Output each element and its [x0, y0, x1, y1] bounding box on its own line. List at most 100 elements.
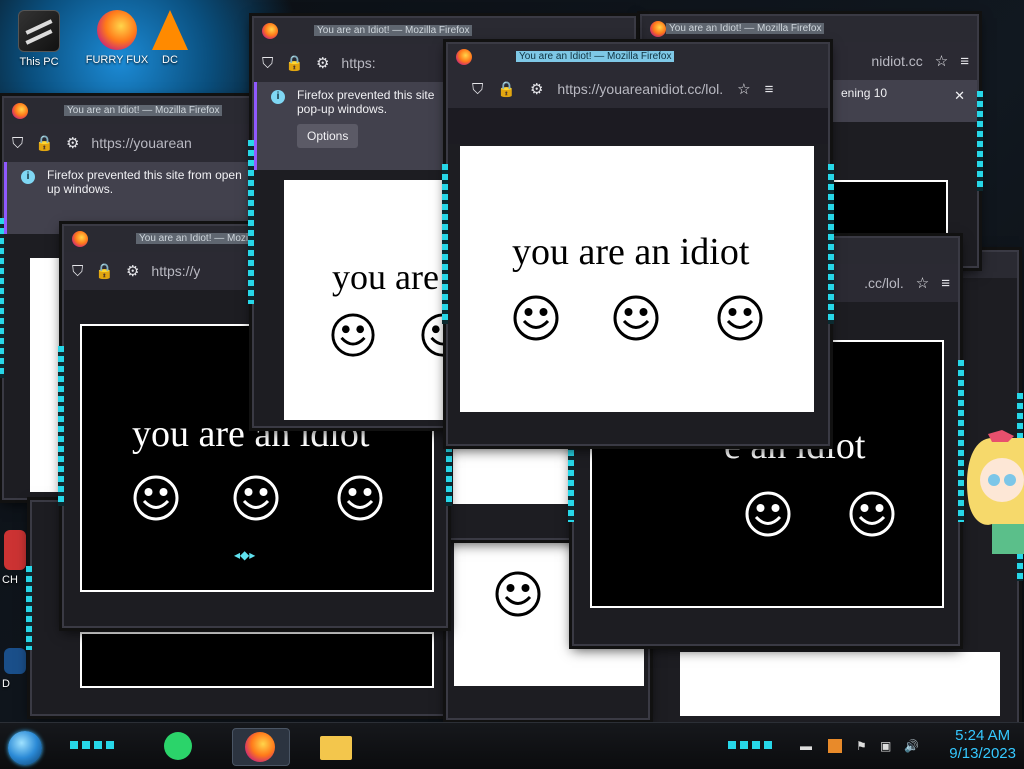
- start-button[interactable]: [8, 731, 42, 765]
- notes-icon: [164, 732, 192, 760]
- smiley-face: [232, 474, 280, 522]
- app-icon: [4, 530, 26, 570]
- desktop-icon-furry-fux[interactable]: FURRY FUX: [82, 10, 152, 66]
- window-title: You are an Idiot! — Mozilla Firefox: [314, 25, 473, 36]
- firefox-icon: [12, 103, 28, 119]
- shield-icon[interactable]: ⛉: [262, 55, 273, 72]
- desktop-icon-dc[interactable]: DC: [150, 10, 190, 66]
- notice-text: ening 10: [841, 86, 888, 100]
- clock-date: 9/13/2023: [949, 745, 1016, 762]
- notice-text-line1: Firefox prevented this site from open: [47, 168, 242, 182]
- firefox-icon: [245, 732, 275, 762]
- window-titlebar[interactable]: You are an Idiot! — Mozilla Firefox: [4, 98, 259, 124]
- window-titlebar[interactable]: You are an Idiot! — Mozilla Firefox: [254, 18, 634, 44]
- taskbar-firefox[interactable]: [232, 728, 290, 766]
- permissions-icon[interactable]: ⚙: [126, 262, 139, 280]
- permissions-icon[interactable]: ⚙: [66, 134, 79, 152]
- desktop-icon-label: FURRY FUX: [85, 54, 149, 66]
- firefox-icon: [456, 49, 472, 65]
- info-icon: i: [271, 90, 285, 104]
- shield-icon[interactable]: ⛉: [12, 135, 23, 152]
- show-hidden-icons-icon[interactable]: ▬: [800, 739, 812, 753]
- taskbar-notes-app[interactable]: [158, 728, 198, 764]
- window-title: You are an Idiot! — Mozilla Firefox: [64, 105, 223, 116]
- firefox-icon: [97, 10, 137, 50]
- computer-icon: [18, 10, 60, 52]
- menu-hamburger-icon[interactable]: ≡: [941, 275, 950, 292]
- taskbar-accent-icon: [70, 741, 114, 749]
- desktop-icon-label: D: [2, 678, 10, 690]
- bookmark-star-icon[interactable]: ☆: [737, 80, 750, 98]
- window-title: You are an Idiot! — Mozilla Firefox: [136, 233, 252, 244]
- browser-toolbar: ⛉ 🔒 ⚙ https://youareanidiot.cc/lol. ☆ ≡: [448, 70, 828, 108]
- desktop-icon-this-pc[interactable]: This PC: [4, 10, 74, 68]
- shield-icon[interactable]: ⛉: [72, 263, 83, 280]
- firefox-window-front[interactable]: You are an Idiot! — Mozilla Firefox ⛉ 🔒 …: [442, 42, 834, 446]
- lock-icon[interactable]: 🔒: [497, 80, 516, 98]
- tray-app-icon[interactable]: [828, 739, 842, 753]
- taskbar-file-explorer[interactable]: [316, 728, 356, 764]
- vlc-icon: [152, 10, 188, 50]
- volume-icon[interactable]: 🔊: [904, 739, 919, 753]
- url-bar[interactable]: nidiot.cc: [871, 53, 922, 69]
- smiley-face: [512, 294, 560, 342]
- url-bar[interactable]: .cc/lol.: [864, 275, 904, 291]
- smiley-face: [132, 474, 180, 522]
- lock-icon[interactable]: 🔒: [95, 262, 114, 280]
- menu-hamburger-icon[interactable]: ≡: [765, 81, 774, 98]
- smiley-face: [716, 294, 764, 342]
- page-content: [828, 180, 948, 240]
- taskbar: ▬ ⚑ ▣ 🔊 5:24 AM 9/13/2023: [0, 722, 1024, 769]
- url-bar[interactable]: https:: [341, 55, 375, 71]
- smiley-face: [494, 570, 542, 618]
- window-titlebar[interactable]: You are an Idiot! — Mozilla Firefox: [448, 44, 828, 70]
- page-content: [460, 146, 814, 412]
- permissions-icon[interactable]: ⚙: [316, 54, 329, 72]
- notice-text-line2: up windows.: [47, 182, 114, 196]
- clock-time: 5:24 AM: [955, 727, 1011, 744]
- desktop-icon-label: CH: [2, 574, 18, 586]
- menu-hamburger-icon[interactable]: ≡: [960, 53, 969, 70]
- url-bar[interactable]: https://y: [151, 263, 200, 279]
- firefox-icon: [72, 231, 88, 247]
- message-text: you are: [332, 257, 439, 297]
- bookmark-star-icon[interactable]: ☆: [916, 274, 929, 292]
- smiley-face: [330, 312, 376, 358]
- options-button[interactable]: Options: [297, 124, 359, 148]
- desktop-wallpaper: This PC FURRY FUX DC CH D You are an Idi…: [0, 0, 1024, 769]
- firefox-icon: [650, 21, 666, 37]
- resize-cursor-icon: ◂◆▸: [234, 548, 256, 562]
- window-title: You are an Idiot! — Mozilla Firefox: [666, 23, 825, 34]
- desktop-icon-d[interactable]: D: [2, 648, 28, 690]
- window-title: You are an Idiot! — Mozilla Firefox: [516, 51, 675, 62]
- smiley-face: [848, 490, 896, 538]
- url-bar[interactable]: https://youarean: [91, 135, 191, 151]
- lock-icon[interactable]: 🔒: [35, 134, 54, 152]
- flag-icon[interactable]: ⚑: [856, 739, 867, 753]
- desktop-icon-ch[interactable]: CH: [2, 530, 28, 586]
- message-text: you are an idiot: [512, 231, 750, 273]
- desktop-icon-label: This PC: [19, 56, 59, 68]
- permissions-icon[interactable]: ⚙: [530, 80, 543, 98]
- page-content: [680, 652, 1000, 716]
- url-bar[interactable]: https://youareanidiot.cc/lol.: [557, 81, 723, 97]
- browser-toolbar: ⛉ 🔒 ⚙ https://youarean: [4, 124, 259, 162]
- system-clock[interactable]: 5:24 AM 9/13/2023: [949, 727, 1016, 763]
- network-icon[interactable]: ▣: [880, 739, 891, 753]
- smiley-face: [612, 294, 660, 342]
- taskbar-accent-icon: [728, 741, 772, 749]
- page-content: [80, 632, 434, 688]
- window-titlebar[interactable]: You are an Idiot! — Mozilla Firefox: [642, 16, 977, 42]
- firefox-icon: [262, 23, 278, 39]
- shield-icon[interactable]: ⛉: [472, 81, 483, 98]
- page-gap: [448, 108, 828, 144]
- bookmark-star-icon[interactable]: ☆: [935, 52, 948, 70]
- smiley-face: [744, 490, 792, 538]
- close-icon[interactable]: ✕: [954, 88, 965, 104]
- info-icon: i: [21, 170, 35, 184]
- app-icon: [4, 648, 26, 674]
- desktop-icon-label: DC: [162, 54, 178, 66]
- lock-icon[interactable]: 🔒: [285, 54, 304, 72]
- folder-icon: [320, 736, 352, 760]
- cartoon-character-sticker: [962, 428, 1024, 556]
